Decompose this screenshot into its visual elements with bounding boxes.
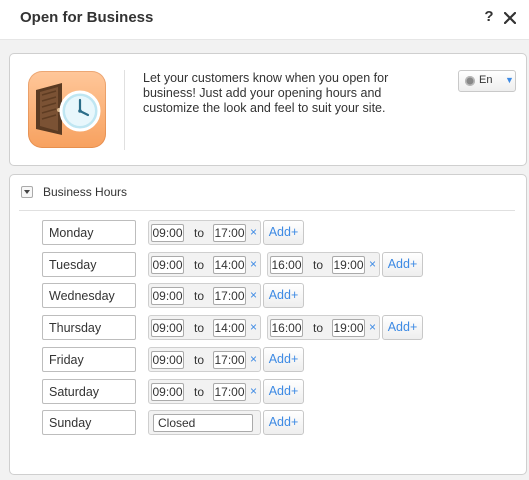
closed-field[interactable]: Closed xyxy=(153,414,253,432)
time-slot: 09:00 to 17:00 × xyxy=(148,283,261,308)
window-title: Open for Business xyxy=(20,9,154,26)
remove-slot-icon[interactable]: × xyxy=(250,288,257,302)
remove-slot-icon[interactable]: × xyxy=(250,384,257,398)
day-name-field[interactable]: Monday xyxy=(42,220,136,245)
to-label: to xyxy=(194,385,205,399)
close-time-field[interactable]: 14:00 xyxy=(213,256,246,274)
close-time-field[interactable]: 14:00 xyxy=(213,319,246,337)
collapse-toggle-icon[interactable] xyxy=(21,186,33,198)
close-time-field[interactable]: 19:00 xyxy=(332,319,365,337)
day-name-field[interactable]: Friday xyxy=(42,347,136,372)
open-time-field[interactable]: 09:00 xyxy=(151,351,184,369)
day-name-field[interactable]: Sunday xyxy=(42,410,136,435)
add-slot-button[interactable]: Add+ xyxy=(382,252,423,277)
open-time-field[interactable]: 09:00 xyxy=(151,256,184,274)
close-time-field[interactable]: 19:00 xyxy=(332,256,365,274)
time-slot: 09:00 to 17:00 × xyxy=(148,379,261,404)
open-time-field[interactable]: 09:00 xyxy=(151,383,184,401)
globe-icon xyxy=(465,76,475,86)
remove-slot-icon[interactable]: × xyxy=(250,352,257,366)
closed-slot: Closed xyxy=(148,410,261,435)
remove-slot-icon[interactable]: × xyxy=(369,257,376,271)
to-label: to xyxy=(194,289,205,303)
section-title[interactable]: Business Hours xyxy=(43,185,127,199)
intro-divider xyxy=(124,70,125,150)
app-icon xyxy=(28,71,106,148)
to-label: to xyxy=(194,321,205,335)
intro-description: Let your customers know when you open fo… xyxy=(143,71,389,115)
close-icon[interactable] xyxy=(504,12,516,24)
door-clock-icon xyxy=(36,83,101,135)
add-slot-button[interactable]: Add+ xyxy=(263,410,304,435)
day-name-field[interactable]: Wednesday xyxy=(42,283,136,308)
add-slot-button[interactable]: Add+ xyxy=(263,347,304,372)
close-time-field[interactable]: 17:00 xyxy=(213,287,246,305)
day-name-field[interactable]: Thursday xyxy=(42,315,136,340)
time-slot: 16:00 to 19:00 × xyxy=(267,252,380,277)
add-slot-button[interactable]: Add+ xyxy=(263,379,304,404)
open-time-field[interactable]: 09:00 xyxy=(151,319,184,337)
day-name-field[interactable]: Tuesday xyxy=(42,252,136,277)
language-selector[interactable]: En ▼ xyxy=(458,70,516,92)
add-slot-button[interactable]: Add+ xyxy=(382,315,423,340)
time-slot: 09:00 to 17:00 × xyxy=(148,347,261,372)
add-slot-button[interactable]: Add+ xyxy=(263,220,304,245)
close-time-field[interactable]: 17:00 xyxy=(213,224,246,242)
remove-slot-icon[interactable]: × xyxy=(250,257,257,271)
to-label: to xyxy=(194,226,205,240)
close-time-field[interactable]: 17:00 xyxy=(213,351,246,369)
close-time-field[interactable]: 17:00 xyxy=(213,383,246,401)
to-label: to xyxy=(313,321,324,335)
add-slot-button[interactable]: Add+ xyxy=(263,283,304,308)
time-slot: 09:00 to 14:00 × xyxy=(148,252,261,277)
to-label: to xyxy=(313,258,324,272)
remove-slot-icon[interactable]: × xyxy=(369,320,376,334)
day-name-field[interactable]: Saturday xyxy=(42,379,136,404)
open-time-field[interactable]: 16:00 xyxy=(270,256,303,274)
remove-slot-icon[interactable]: × xyxy=(250,320,257,334)
help-button[interactable]: ? xyxy=(482,8,496,26)
intro-panel: Let your customers know when you open fo… xyxy=(9,53,527,166)
time-slot: 16:00 to 19:00 × xyxy=(267,315,380,340)
close-button[interactable] xyxy=(502,8,518,26)
time-slot: 09:00 to 17:00 × xyxy=(148,220,261,245)
business-hours-panel: Business Hours Monday 09:00 to 17:00 × Add+ Tu… xyxy=(9,174,527,475)
remove-slot-icon[interactable]: × xyxy=(250,225,257,239)
section-divider xyxy=(19,210,515,211)
language-label: En xyxy=(479,74,493,86)
title-bar: Open for Business ? xyxy=(0,0,529,40)
open-time-field[interactable]: 09:00 xyxy=(151,224,184,242)
to-label: to xyxy=(194,258,205,272)
caret-down-icon: ▼ xyxy=(505,75,514,85)
to-label: to xyxy=(194,353,205,367)
open-time-field[interactable]: 16:00 xyxy=(270,319,303,337)
time-slot: 09:00 to 14:00 × xyxy=(148,315,261,340)
open-time-field[interactable]: 09:00 xyxy=(151,287,184,305)
